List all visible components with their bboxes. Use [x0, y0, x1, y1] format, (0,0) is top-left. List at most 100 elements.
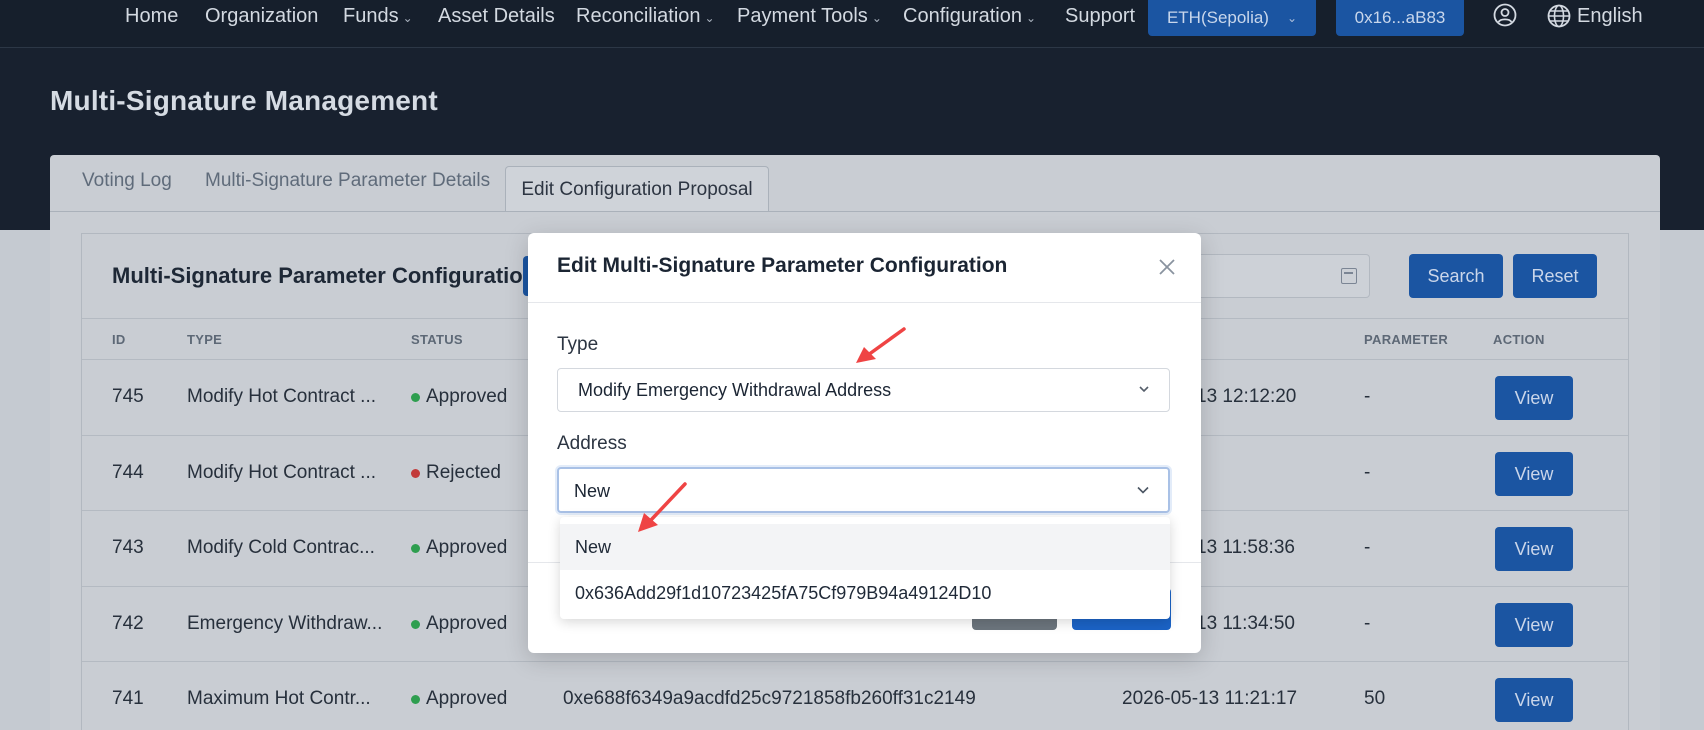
column-header-id: ID: [112, 332, 126, 347]
status-dot: [411, 543, 420, 553]
view-button-label: View: [1514, 463, 1554, 484]
type-label: Type: [557, 334, 599, 355]
modal-header-divider: [528, 302, 1201, 303]
row-type: Modify Hot Contract ...: [187, 386, 377, 407]
row-address: 0xe688f6349a9acdfd25c9721858fb260ff31c21…: [563, 688, 976, 709]
nav-support[interactable]: Support: [1065, 5, 1135, 28]
chevron-down-icon: ⌄: [704, 11, 715, 25]
address-option-existing-label: 0x636Add29f1d10723425fA75Cf979B94a49124D…: [575, 582, 992, 603]
row-parameter: -: [1364, 613, 1371, 634]
view-button[interactable]: View: [1495, 452, 1573, 496]
reset-button-label: Reset: [1531, 265, 1579, 286]
nav-reconciliation[interactable]: Reconciliation ⌄: [576, 5, 715, 28]
tab-parameter-details[interactable]: Multi-Signature Parameter Details: [205, 170, 490, 192]
view-button[interactable]: View: [1495, 678, 1573, 722]
network-label: ETH(Sepolia): [1166, 8, 1269, 27]
row-time: 13 12:12:20: [1196, 386, 1297, 407]
status-label: Approved: [426, 613, 508, 634]
view-button-label: View: [1514, 689, 1554, 710]
nav-asset-details[interactable]: Asset Details: [438, 5, 555, 28]
status-label: Approved: [426, 537, 508, 558]
page-title: Multi-Signature Management: [50, 85, 438, 116]
nav-support-label: Support: [1065, 5, 1136, 27]
row-divider: [82, 661, 1628, 662]
nav-asset-details-label: Asset Details: [438, 5, 555, 27]
chevron-down-icon: [1137, 486, 1149, 494]
nav-organization[interactable]: Organization: [205, 5, 318, 28]
nav-funds[interactable]: Funds ⌄: [343, 5, 413, 28]
wallet-address-label: 0x16...aB83: [1354, 8, 1446, 27]
view-button-label: View: [1514, 538, 1554, 559]
search-button-label: Search: [1427, 265, 1485, 286]
status-label: Rejected: [426, 462, 501, 483]
reset-button[interactable]: Reset: [1513, 254, 1597, 298]
status-badge: Approved: [411, 613, 507, 635]
nav-reconciliation-label: Reconciliation: [576, 5, 701, 27]
nav-payment-tools-label: Payment Tools: [737, 5, 868, 27]
chevron-down-icon: ⌄: [402, 11, 413, 25]
language-label: English: [1577, 4, 1643, 27]
row-id: 743: [112, 537, 144, 558]
tab-edit-configuration-proposal[interactable]: Edit Configuration Proposal: [505, 166, 769, 212]
row-type: Modify Cold Contrac...: [187, 537, 375, 558]
row-parameter: -: [1364, 386, 1371, 407]
nav-configuration[interactable]: Configuration ⌄: [903, 5, 1036, 28]
row-id: 745: [112, 386, 144, 407]
chevron-down-icon: [1139, 386, 1149, 393]
close-icon[interactable]: [1156, 256, 1178, 278]
status-label: Approved: [426, 386, 508, 407]
status-badge: Rejected: [411, 462, 501, 484]
type-select-value: Modify Emergency Withdrawal Address: [578, 380, 892, 400]
address-label: Address: [557, 433, 627, 454]
status-dot: [411, 619, 420, 629]
row-id: 742: [112, 613, 144, 634]
chevron-down-icon: ⌄: [1286, 11, 1298, 25]
view-button[interactable]: View: [1495, 527, 1573, 571]
language-selector[interactable]: English: [1547, 4, 1643, 28]
address-option-existing[interactable]: 0x636Add29f1d10723425fA75Cf979B94a49124D…: [560, 570, 1170, 616]
nav-configuration-label: Configuration: [903, 5, 1022, 27]
row-parameter: -: [1364, 537, 1371, 558]
chevron-down-icon: ⌄: [1025, 11, 1037, 25]
nav-payment-tools[interactable]: Payment Tools ⌄: [737, 5, 882, 28]
date-range-input[interactable]: [1190, 254, 1370, 298]
row-time: 13 11:58:36: [1196, 537, 1295, 558]
chevron-down-icon: ⌄: [871, 11, 882, 25]
row-type: Emergency Withdraw...: [187, 613, 383, 634]
address-option-new-label: New: [575, 536, 612, 557]
row-id: 744: [112, 462, 144, 483]
panel-title: Multi-Signature Parameter Configuration: [112, 263, 537, 288]
row-id: 741: [112, 688, 144, 709]
column-header-status: STATUS: [411, 332, 463, 347]
column-header-parameter: PARAMETER: [1364, 332, 1449, 347]
nav-home-label: Home: [125, 5, 179, 27]
annotation-arrow-icon: [856, 327, 906, 363]
globe-icon: [1547, 4, 1571, 28]
nav-home[interactable]: Home: [125, 5, 178, 28]
user-account-icon[interactable]: [1493, 3, 1517, 27]
row-time: 2026-05-13 11:21:17: [1122, 688, 1298, 709]
status-badge: Approved: [411, 537, 507, 559]
tab-voting-log[interactable]: Voting Log: [82, 170, 172, 192]
row-type: Modify Hot Contract ...: [187, 462, 377, 483]
status-badge: Approved: [411, 386, 507, 408]
status-badge: Approved: [411, 688, 507, 710]
nav-funds-label: Funds: [343, 5, 399, 27]
view-button[interactable]: View: [1495, 376, 1573, 420]
column-header-action: ACTION: [1493, 332, 1545, 347]
tab-edit-configuration-proposal-label: Edit Configuration Proposal: [521, 178, 753, 200]
wallet-address-button[interactable]: 0x16...aB83: [1336, 0, 1464, 36]
status-dot: [411, 392, 420, 402]
network-selector-button[interactable]: ETH(Sepolia) ⌄: [1148, 0, 1316, 36]
status-dot: [411, 468, 420, 478]
status-dot: [411, 694, 420, 704]
search-button[interactable]: Search: [1409, 254, 1503, 298]
row-parameter: -: [1364, 462, 1371, 483]
column-header-type: TYPE: [187, 332, 223, 347]
tab-divider: [50, 211, 1660, 212]
view-button-label: View: [1514, 387, 1554, 408]
type-select[interactable]: Modify Emergency Withdrawal Address: [557, 368, 1170, 412]
view-button[interactable]: View: [1495, 603, 1573, 647]
modal-title: Edit Multi-Signature Parameter Configura…: [557, 254, 1008, 277]
address-select-value: New: [574, 481, 611, 501]
